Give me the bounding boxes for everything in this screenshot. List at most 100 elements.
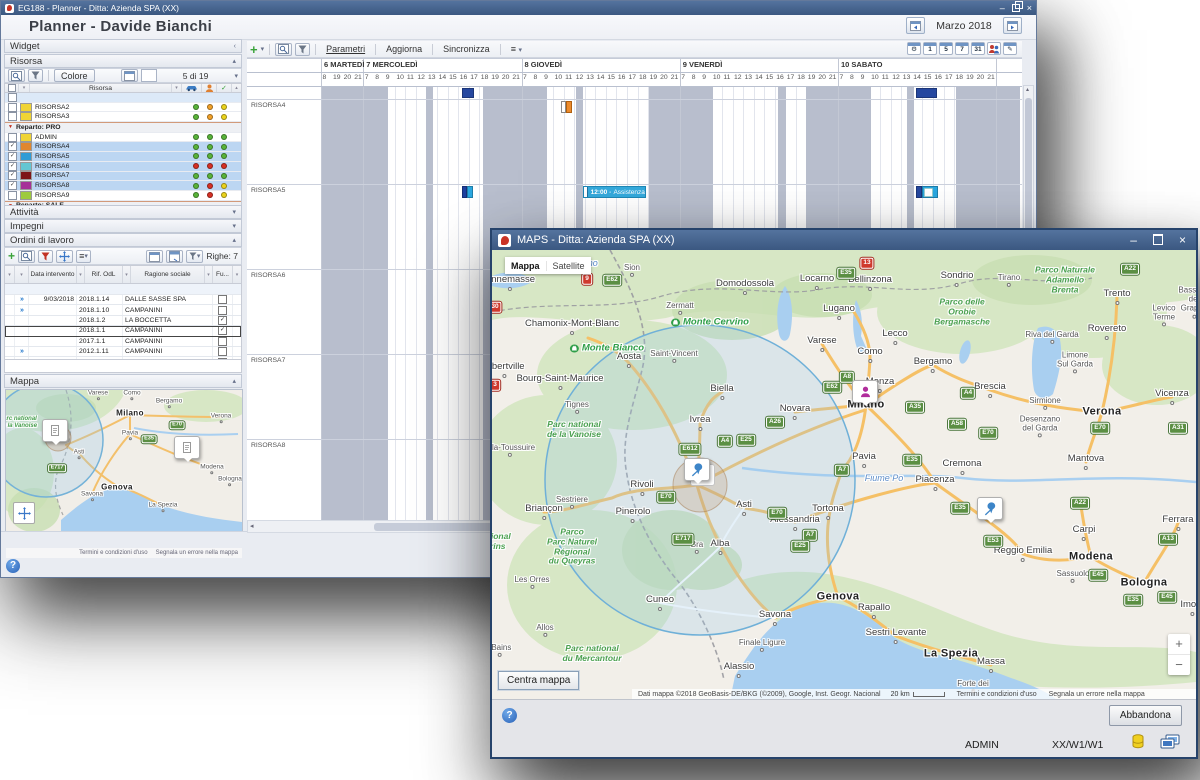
- gantt-bar[interactable]: [467, 186, 473, 198]
- map-label: Parc national de la Vanoise: [547, 420, 601, 440]
- view-day-icon[interactable]: 1: [923, 42, 937, 55]
- maximize-icon[interactable]: [1153, 234, 1163, 247]
- filter-icon[interactable]: [28, 69, 43, 82]
- map-label: Como: [123, 389, 140, 400]
- document-marker[interactable]: [174, 436, 200, 459]
- resource-row[interactable]: ✓RISORSA6: [5, 162, 241, 172]
- view-workweek-icon[interactable]: 5: [939, 42, 953, 55]
- map-type-mappa[interactable]: Mappa: [505, 261, 546, 271]
- terms-link[interactable]: Termini e condizioni d'uso: [79, 550, 148, 556]
- calendar-edit-icon[interactable]: ✎: [1003, 42, 1017, 55]
- collapse-sidebar-icon[interactable]: ‹: [234, 43, 236, 50]
- help-icon[interactable]: ?: [502, 708, 517, 723]
- menu-icon[interactable]: ≡ ▾: [76, 250, 91, 263]
- scroll-up-icon[interactable]: ▴: [1026, 86, 1029, 93]
- calendar-icon[interactable]: [121, 69, 138, 82]
- resource-row[interactable]: RISORSA9: [5, 191, 241, 201]
- minimize-icon[interactable]: –: [1000, 4, 1005, 13]
- menu-icon[interactable]: ≡ ▾: [506, 43, 527, 55]
- map-label: Aosta: [617, 352, 641, 368]
- parametri-button[interactable]: Parametri: [321, 43, 370, 55]
- close-icon[interactable]: ×: [1179, 234, 1186, 246]
- calendar-settings-icon[interactable]: ⚙: [907, 42, 921, 55]
- resource-row-empty[interactable]: [5, 93, 241, 103]
- report-error-link[interactable]: Segnala un errore nella mappa: [1049, 691, 1145, 698]
- restore-icon[interactable]: [1012, 2, 1020, 14]
- expand-impegni-icon[interactable]: ▾: [232, 222, 236, 230]
- pushpin-marker[interactable]: [684, 458, 710, 481]
- person-marker[interactable]: [852, 380, 878, 403]
- report-error-link[interactable]: Segnala un errore nella mappa: [156, 550, 238, 556]
- mappa-panel-header[interactable]: Mappa ▴: [4, 374, 242, 388]
- zoom-in-button[interactable]: +: [1168, 634, 1190, 655]
- expand-attivita-icon[interactable]: ▾: [232, 208, 236, 216]
- view-month-icon[interactable]: 31: [971, 42, 985, 55]
- zoom-out-button[interactable]: −: [1168, 655, 1190, 675]
- map-type-satellite[interactable]: Satellite: [546, 261, 591, 271]
- terms-link[interactable]: Termini e condizioni d'uso: [957, 691, 1037, 698]
- odl-panel-header[interactable]: Ordini di lavoro ▴: [4, 233, 242, 247]
- odl-row[interactable]: »9/03/20182018.1.14DALLE SASSE SPA: [5, 295, 241, 305]
- view-week-icon[interactable]: 7: [955, 42, 969, 55]
- resource-row[interactable]: ADMIN: [5, 133, 241, 143]
- window-icon[interactable]: [166, 250, 183, 263]
- gantt-bar[interactable]: [922, 186, 938, 198]
- gantt-bar[interactable]: [916, 186, 922, 198]
- map-canvas[interactable]: AnnemasseSionRodanoChamonix-Mont-BlancZe…: [492, 250, 1196, 700]
- close-icon[interactable]: ×: [1027, 4, 1032, 13]
- odl-row[interactable]: 2018.1.2LA BOCCETTA✓: [5, 316, 241, 326]
- odl-row[interactable]: 2017.1.1CAMPANINI: [5, 337, 241, 347]
- impegni-panel-header[interactable]: Impegni ▾: [4, 219, 242, 233]
- resource-row[interactable]: RISORSA2: [5, 103, 241, 113]
- calendar-icon[interactable]: [146, 250, 163, 263]
- odl-row[interactable]: »2018.1.10CAMPANINI: [5, 305, 241, 315]
- month-prev-button[interactable]: [906, 17, 925, 34]
- gantt-bar[interactable]: [916, 88, 937, 98]
- pushpin-marker[interactable]: [977, 497, 1003, 520]
- resource-table-header[interactable]: ▾ Risorsa ▾ ✓ ▴: [4, 83, 242, 93]
- month-next-button[interactable]: [1003, 17, 1022, 34]
- gantt-bar[interactable]: [462, 88, 474, 98]
- gantt-bar[interactable]: 12:00Assistenza: [583, 186, 646, 198]
- people-view-icon[interactable]: [987, 42, 1001, 55]
- collapse-mappa-icon[interactable]: ▴: [232, 377, 236, 385]
- scrollbar-thumb[interactable]: [1025, 98, 1032, 248]
- add-dropdown-icon[interactable]: ▾: [261, 45, 265, 53]
- preview-icon[interactable]: [8, 69, 25, 82]
- resource-group-row[interactable]: ▼Reparto: PRO: [5, 122, 241, 133]
- odl-row-empty[interactable]: [5, 284, 241, 295]
- risorsa-panel-header[interactable]: Risorsa ▴: [4, 54, 242, 68]
- resource-row[interactable]: RISORSA3: [5, 112, 241, 122]
- add-icon[interactable]: +: [250, 42, 258, 57]
- sincronizza-button[interactable]: Sincronizza: [438, 43, 495, 55]
- odl-table-header[interactable]: ▾ ▾ Data intervento ▾ Rif. OdL ▾ Ragione…: [4, 265, 242, 284]
- add-icon[interactable]: +: [8, 249, 15, 263]
- minimize-icon[interactable]: –: [1130, 234, 1137, 246]
- help-icon[interactable]: ?: [6, 559, 20, 573]
- resource-row[interactable]: ✓RISORSA5: [5, 152, 241, 162]
- collapse-risorsa-icon[interactable]: ▴: [232, 57, 236, 65]
- pan-map-icon[interactable]: [13, 502, 35, 524]
- scroll-left-icon[interactable]: ◂: [250, 522, 254, 530]
- move-icon[interactable]: [56, 250, 73, 263]
- centra-mappa-button[interactable]: Centra mappa: [498, 671, 579, 690]
- gantt-bar[interactable]: [566, 101, 572, 113]
- filter-icon[interactable]: [295, 43, 310, 56]
- resource-row[interactable]: ✓RISORSA4: [5, 142, 241, 152]
- resource-row[interactable]: ✓RISORSA7: [5, 172, 241, 182]
- dropdown-icon[interactable]: ▾: [234, 72, 238, 80]
- aggiorna-button[interactable]: Aggiorna: [381, 43, 427, 55]
- collapse-odl-icon[interactable]: ▴: [232, 236, 236, 244]
- preview-icon[interactable]: [18, 250, 35, 263]
- resource-row[interactable]: ✓RISORSA8: [5, 181, 241, 191]
- preview-icon[interactable]: [275, 43, 292, 56]
- sort-filter-icon[interactable]: ▾: [186, 250, 204, 263]
- filter-active-icon[interactable]: [38, 250, 53, 263]
- odl-row[interactable]: 2018.1.1CAMPANINI✓: [5, 326, 241, 336]
- colore-button[interactable]: Colore: [54, 69, 95, 82]
- document-marker[interactable]: [42, 419, 68, 442]
- widget-panel-header[interactable]: Widget ‹: [4, 39, 242, 53]
- odl-row[interactable]: »2012.1.11CAMPANINI: [5, 347, 241, 357]
- attivita-panel-header[interactable]: Attività ▾: [4, 205, 242, 219]
- abbandona-button[interactable]: Abbandona: [1109, 705, 1182, 726]
